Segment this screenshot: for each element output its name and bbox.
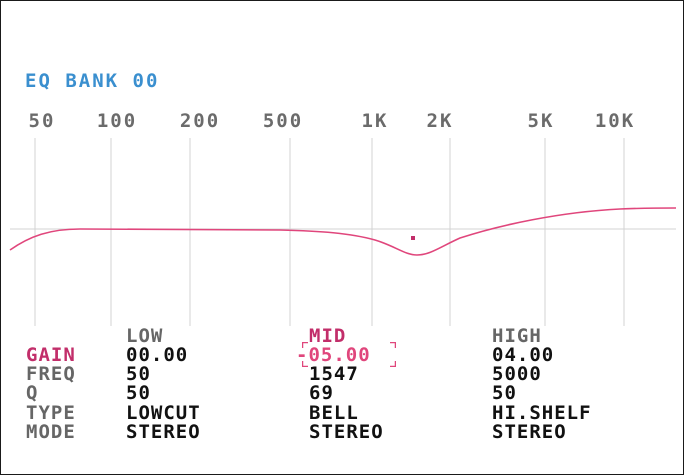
selection-bracket-bottom-left — [302, 361, 308, 367]
high-type-value[interactable]: HI.SHELF — [492, 403, 592, 423]
selection-bracket-top-left — [302, 342, 308, 348]
selection-bracket-top-right — [390, 342, 396, 348]
param-label-freq: FREQ — [26, 363, 76, 385]
band-header-low[interactable]: LOW — [126, 326, 163, 346]
low-freq-value[interactable]: 50 — [126, 364, 151, 384]
band-header-mid[interactable]: MID — [309, 326, 346, 346]
param-label-q: Q — [26, 382, 39, 404]
high-mode-value[interactable]: STEREO — [492, 422, 567, 442]
mid-mode-value[interactable]: STEREO — [309, 422, 384, 442]
low-mode-value[interactable]: STEREO — [126, 422, 201, 442]
param-label-mode: MODE — [26, 421, 76, 443]
param-label-gain: GAIN — [26, 344, 76, 366]
selection-bracket-bottom-right — [390, 361, 396, 367]
low-gain-value[interactable]: 00.00 — [126, 345, 188, 365]
high-freq-value[interactable]: 5000 — [492, 364, 542, 384]
param-label-type: TYPE — [26, 402, 76, 424]
high-q-value[interactable]: 50 — [492, 383, 517, 403]
mid-freq-value[interactable]: 1547 — [309, 364, 359, 384]
low-q-value[interactable]: 50 — [126, 383, 151, 403]
mid-band-handle[interactable] — [411, 236, 415, 240]
band-header-high[interactable]: HIGH — [492, 326, 542, 346]
low-type-value[interactable]: LOWCUT — [126, 403, 201, 423]
eq-response-curve — [9, 207, 677, 256]
high-gain-value[interactable]: 04.00 — [492, 345, 554, 365]
mid-type-value[interactable]: BELL — [309, 403, 359, 423]
mid-q-value[interactable]: 69 — [309, 383, 334, 403]
